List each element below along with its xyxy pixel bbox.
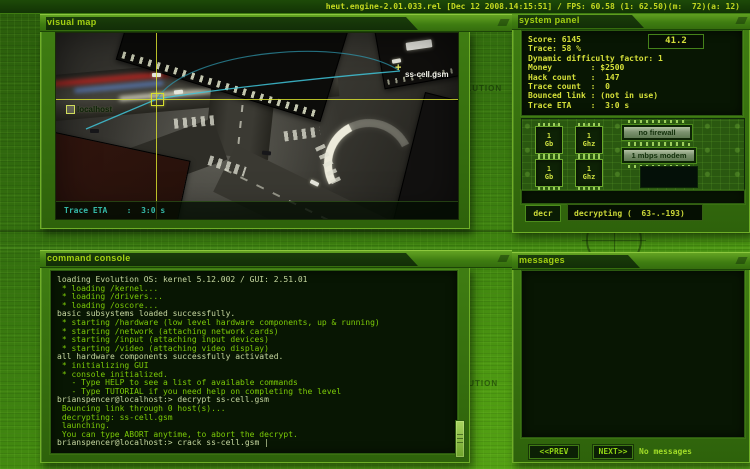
console-output-area[interactable]: loading Evolution OS: kernel 5.12.002 / … [50,270,458,454]
target-host-label: ss-cell.gsm [405,70,449,79]
messages-panel: <<PREV NEXT>> No messages [512,268,750,463]
next-message-button[interactable]: NEXT>> [593,445,633,459]
trace-route-line [85,50,401,130]
cpu-chip-label: 1 Ghz [582,132,596,148]
memory-chip: 1 Gb [535,156,563,190]
messages-list-area [521,270,745,438]
stat-money: Money : $2500 [528,63,625,73]
cpu-chip-label: 1 Ghz [582,165,596,181]
visual-map-panel: localhost + ss-cell.gsm Trace ETA : 3:0 … [40,30,470,229]
prev-message-button[interactable]: <<PREV [529,445,579,459]
messages-header: messages [512,252,750,270]
stat-difficulty: Dynamic difficulty factor: 1 [528,53,663,63]
firewall-module: no firewall [622,120,692,145]
system-panel: Score: 6145 Trace: 58 % Dynamic difficul… [512,28,750,233]
stat-trace-eta: Trace ETA : 3:0 s [528,100,630,110]
empty-module-slot [640,166,698,188]
hardware-board: 1 Gb 1 Ghz 1 Gb 1 Ghz no firewall 1 mbps… [521,118,745,192]
engine-status-text: heut.engine-2.01.033.rel [Dec 12 2008.14… [325,2,740,11]
stat-trace: Trace: 58 % [528,44,581,54]
localhost-label-text: localhost [77,105,113,114]
crosshair-vertical-line [156,33,157,219]
command-console-header: command console [40,250,512,268]
city-aerial-photo: localhost + ss-cell.gsm Trace ETA : 3:0 … [55,32,459,220]
decrypt-progress-display: decrypting ( 63-.-193) [567,204,703,221]
command-console-panel: loading Evolution OS: kernel 5.12.002 / … [40,266,470,463]
visual-map-title: visual map [47,17,97,27]
game-screen: Data Command ION|EVOLUTION ION|EVOLUTION… [0,0,750,469]
top-status-bar: heut.engine-2.01.033.rel [Dec 12 2008.14… [0,0,750,14]
messages-status-text: No messages [639,447,692,456]
memory-chip-label: 1 Gb [544,132,554,148]
stats-readout: Score: 6145 Trace: 58 % Dynamic difficul… [521,30,743,116]
crosshair-center-box [151,93,164,106]
crosshair-horizontal-line [56,99,458,100]
target-cross-marker: + [395,62,402,74]
modem-module: 1 mbps modem [622,143,696,168]
stat-bounced-link: Bounced link : (not in use) [528,91,659,101]
memory-chip: 1 Gb [535,123,563,157]
command-console-title: command console [47,253,131,263]
cpu-chip: 1 Ghz [575,156,603,190]
console-line: decrypting: ss-cell.gsm [57,412,173,422]
trace-gauge-value: 41.2 [648,34,704,49]
system-panel-header: system panel [512,12,750,30]
visual-map-title-strip [46,17,418,30]
memory-chip-label: 1 Gb [544,165,554,181]
trace-eta-overlay: Trace ETA : 3:0 s [56,201,458,219]
cpu-chip: 1 Ghz [575,123,603,157]
messages-title: messages [519,255,565,265]
console-command-input-line[interactable]: brianspencer@localhost:> crack ss-cell.g… [57,439,457,448]
stat-score: Score: 6145 [528,35,581,44]
console-scrollbar[interactable] [455,420,465,458]
system-panel-title: system panel [519,15,580,25]
stat-hack-count: Hack count : 147 [528,72,620,82]
trace-eta-text: Trace ETA : 3:0 s [64,206,166,215]
visual-map-header: visual map [40,14,512,32]
system-status-strip [521,190,745,204]
localhost-map-label: localhost [66,105,112,114]
decrypt-command-chip: decr [525,205,561,222]
host-icon [66,105,75,114]
